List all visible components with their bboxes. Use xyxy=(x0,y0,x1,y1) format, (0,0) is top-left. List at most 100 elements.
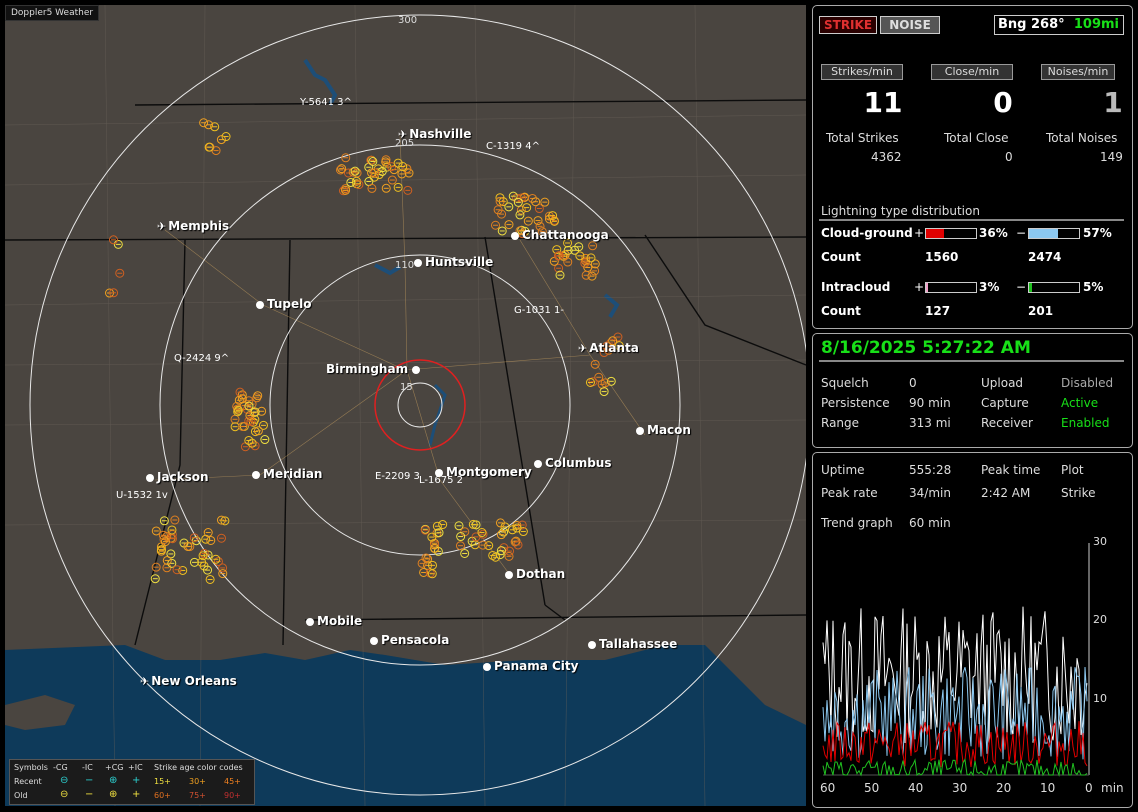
persistence-label: Persistence xyxy=(821,396,890,410)
legend-age: 90+ xyxy=(224,791,241,800)
storm-track-label[interactable]: Q-2424 9^ xyxy=(174,353,229,364)
x-tick-label: 30 xyxy=(952,781,968,795)
intracloud-label: Intracloud xyxy=(821,280,891,294)
airport-icon: ✈ xyxy=(140,675,150,688)
x-unit-label: min xyxy=(1101,781,1124,795)
legend-col: +CG xyxy=(105,763,124,772)
noises-per-min-value: 1 xyxy=(1103,86,1123,119)
neg-ic-recent-icon: − xyxy=(85,775,94,786)
ic-negative-pct: 5% xyxy=(1083,280,1104,294)
city-pensacola: Pensacola xyxy=(370,633,449,647)
city-dothan: Dothan xyxy=(505,567,565,581)
city-dot-icon xyxy=(252,470,260,479)
symbol-legend: Symbols -CG -IC +CG +IC Strike age color… xyxy=(9,759,255,805)
city-mobile: Mobile xyxy=(306,614,362,628)
ic-positive-bar xyxy=(925,282,977,293)
peak-rate-label: Peak rate xyxy=(821,486,878,500)
distance-value: 109mi xyxy=(1073,17,1119,32)
city-dot-icon xyxy=(146,473,154,482)
city-dot-icon xyxy=(412,365,421,374)
legend-col: -CG xyxy=(53,763,68,772)
city-tallahassee: Tallahassee xyxy=(588,637,677,651)
close-per-min-header: Close/min xyxy=(931,64,1013,80)
trend-window-value[interactable]: 60 min xyxy=(909,516,951,530)
peak-rate-value: 34/min xyxy=(909,486,951,500)
storm-track-label[interactable]: C-1319 4^ xyxy=(486,141,540,152)
total-strikes-label: Total Strikes xyxy=(826,131,899,145)
neg-ic-old-icon: − xyxy=(85,789,94,800)
ring-label: 15 xyxy=(400,382,413,393)
city-memphis: ✈ Memphis xyxy=(157,219,230,233)
pos-ic-old-icon: + xyxy=(132,789,141,800)
city-new-orleans: ✈ New Orleans xyxy=(140,674,237,688)
close-per-min-value: 0 xyxy=(993,86,1013,119)
storm-track-label[interactable]: E-2209 3 xyxy=(375,471,420,482)
pos-ic-recent-icon: + xyxy=(132,775,141,786)
ic-negative-count: 201 xyxy=(1028,304,1054,318)
minus-sign: − xyxy=(1016,226,1027,240)
city-columbus: Columbus xyxy=(534,456,612,470)
legend-col: +IC xyxy=(128,763,143,772)
y-tick-label: 20 xyxy=(1093,613,1107,626)
strikes-per-min-header: Strikes/min xyxy=(821,64,903,80)
storm-track-label[interactable]: Y-5641 3^ xyxy=(300,97,352,108)
ic-positive-pct: 3% xyxy=(979,280,1000,294)
total-noises-value: 149 xyxy=(1100,150,1123,164)
ic-positive-count: 127 xyxy=(925,304,951,318)
datetime-display: 8/16/2025 5:27:22 AM xyxy=(821,338,1031,358)
city-atlanta: ✈ Atlanta xyxy=(578,341,639,355)
persistence-value[interactable]: 90 min xyxy=(909,396,951,410)
city-dot-icon xyxy=(636,426,644,435)
trend-panel: Uptime 555:28 Peak time Plot Peak rate 3… xyxy=(812,452,1133,808)
legend-age: 30+ xyxy=(189,777,206,786)
receiver-value[interactable]: Enabled xyxy=(1061,416,1110,430)
storm-track-label[interactable]: U-1532 1v xyxy=(116,490,168,501)
cg-positive-pct: 36% xyxy=(979,226,1008,240)
divider xyxy=(819,360,1124,362)
legend-row-label: Old xyxy=(14,791,28,800)
city-dot-icon xyxy=(505,570,513,579)
peak-time-label: Peak time xyxy=(981,463,1041,477)
plot-value[interactable]: Strike xyxy=(1061,486,1096,500)
legend-age: 15+ xyxy=(154,777,171,786)
plus-sign: + xyxy=(914,280,925,294)
noise-mode-button[interactable]: NOISE xyxy=(880,16,940,34)
total-noises-label: Total Noises xyxy=(1046,131,1118,145)
total-strikes-value: 4362 xyxy=(871,150,902,164)
x-tick-label: 50 xyxy=(864,781,880,795)
uptime-value: 555:28 xyxy=(909,463,952,477)
x-tick-label: 10 xyxy=(1040,781,1056,795)
storm-track-label[interactable]: L-1675 2 xyxy=(419,475,463,486)
capture-value[interactable]: Active xyxy=(1061,396,1098,410)
count-label: Count xyxy=(821,304,861,318)
noises-per-min-header: Noises/min xyxy=(1041,64,1115,80)
minus-sign: − xyxy=(1016,280,1027,294)
city-dot-icon xyxy=(534,459,542,468)
legend-age: 60+ xyxy=(154,791,171,800)
map-graphics xyxy=(5,5,806,806)
x-tick-label: 20 xyxy=(996,781,1012,795)
city-dot-icon xyxy=(370,636,378,645)
city-tupelo: Tupelo xyxy=(256,297,312,311)
storm-track-label[interactable]: G-1031 1- xyxy=(514,305,564,316)
lightning-map[interactable]: Doppler5 Weather 300 205 110 15 ✈ Nashvil… xyxy=(5,5,806,806)
city-dot-icon xyxy=(256,300,264,309)
city-dot-icon xyxy=(483,662,491,671)
cg-negative-bar xyxy=(1028,228,1080,239)
total-close-value: 0 xyxy=(1005,150,1013,164)
city-dot-icon xyxy=(511,231,519,240)
city-meridian: Meridian xyxy=(252,467,322,481)
squelch-value[interactable]: 0 xyxy=(909,376,917,390)
city-jackson: Jackson xyxy=(146,470,209,484)
upload-value[interactable]: Disabled xyxy=(1061,376,1113,390)
range-value[interactable]: 313 mi xyxy=(909,416,951,430)
upload-label: Upload xyxy=(981,376,1024,390)
strike-mode-button[interactable]: STRIKE xyxy=(819,16,877,34)
divider xyxy=(819,219,1124,221)
cg-positive-count: 1560 xyxy=(925,250,959,264)
airport-icon: ✈ xyxy=(398,128,408,141)
legend-age: 45+ xyxy=(224,777,241,786)
y-tick-label: 30 xyxy=(1093,535,1107,548)
brand-label: Doppler5 Weather xyxy=(5,5,100,21)
cg-negative-count: 2474 xyxy=(1028,250,1062,264)
